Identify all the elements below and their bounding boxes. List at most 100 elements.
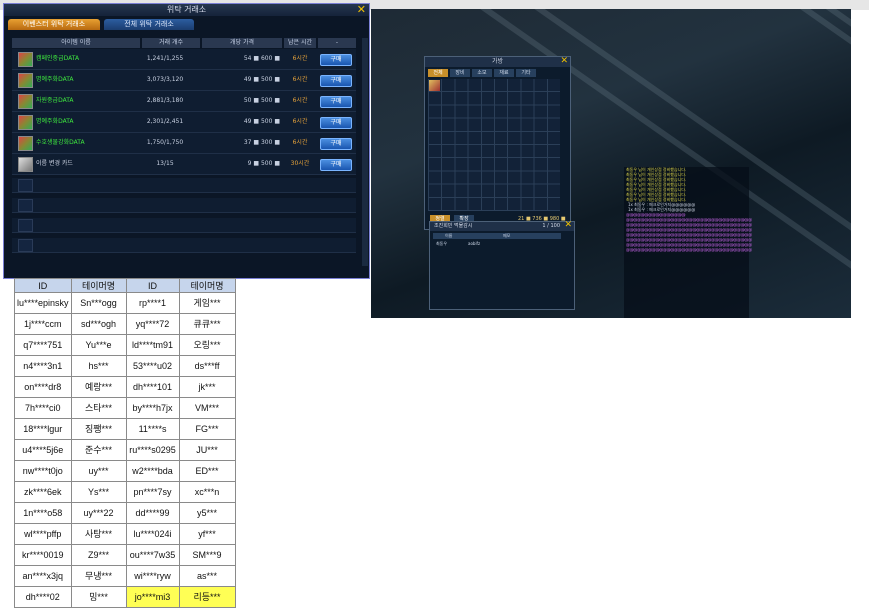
trade-row: 명예주화DATA 3,073/3,120 49 ■ 500 ■ 6시간 구매 bbox=[12, 70, 356, 91]
item-name: 수호생물강화DATA bbox=[36, 139, 85, 146]
tab-all-trade[interactable]: 전체 위탁 거래소 bbox=[104, 19, 194, 30]
bag-tab[interactable]: 장비 bbox=[450, 69, 470, 77]
chat-line: @@@@@@@@@@@@@@@@@@@@@@@@@@@@@@@@@@ bbox=[626, 247, 752, 252]
item-time: 6시간 bbox=[292, 97, 308, 104]
close-icon[interactable]: ✕ bbox=[357, 4, 366, 16]
tamer-cell: uy*** bbox=[70, 460, 127, 482]
id-cell: n4****3n1 bbox=[14, 355, 72, 377]
tamer-cell: 무냉*** bbox=[70, 565, 127, 587]
buy-button[interactable]: 구매 bbox=[320, 75, 352, 87]
item-name: 캠페인중급DATA bbox=[36, 55, 80, 62]
id-cell: 18****lgur bbox=[14, 418, 72, 440]
user-table: ID 테이머명 ID 테이머명 lu****epinsky Sn***ogg rp*… bbox=[14, 278, 236, 608]
header-item: 아이템 이름 bbox=[12, 38, 140, 48]
id-cell: an****x3jq bbox=[14, 565, 72, 587]
empty-slot bbox=[12, 178, 356, 193]
empty-slot bbox=[12, 238, 356, 253]
item-time: 6시간 bbox=[292, 139, 308, 146]
shop-header-name: 이름 bbox=[445, 233, 453, 238]
item-price: 49 ■ 500 ■ bbox=[243, 76, 280, 83]
col-id: ID bbox=[125, 278, 180, 293]
id-cell: yq****72 bbox=[125, 313, 180, 335]
tamer-cell: Ys*** bbox=[70, 481, 127, 503]
bag-grid[interactable] bbox=[428, 79, 560, 211]
slot-icon bbox=[18, 199, 33, 212]
bag-tab[interactable]: 재료 bbox=[494, 69, 514, 77]
col-id: ID bbox=[14, 278, 72, 293]
table-row: nw****t0jo uy*** w2****bda ED*** bbox=[14, 460, 236, 482]
buy-button[interactable]: 구매 bbox=[320, 96, 352, 108]
item-name: 자원중급DATA bbox=[36, 97, 74, 104]
header-qty: 거래 개수 bbox=[142, 38, 200, 48]
bag-title: 가방 bbox=[425, 57, 570, 67]
close-icon[interactable]: ✕ bbox=[560, 56, 568, 66]
tamer-cell: FG*** bbox=[178, 418, 236, 440]
id-cell: ld****tm91 bbox=[125, 334, 180, 356]
item-price: 9 ■ 500 ■ bbox=[247, 160, 280, 167]
tamer-cell: VM*** bbox=[178, 397, 236, 419]
id-cell: rp****1 bbox=[125, 292, 180, 314]
table-row: 18****lgur 징쨍*** 11****s FG*** bbox=[14, 418, 236, 440]
tamer-cell: xc***n bbox=[178, 481, 236, 503]
bag-tab[interactable]: 전체 bbox=[428, 69, 448, 77]
empty-slot bbox=[12, 198, 356, 213]
tamer-cell: 예랑*** bbox=[70, 376, 127, 398]
item-time: 30시간 bbox=[290, 160, 310, 167]
item-time: 6시간 bbox=[292, 76, 308, 83]
item-price: 49 ■ 500 ■ bbox=[243, 118, 280, 125]
table-row: u4****5j6e 준수*** ru****s0295 JU*** bbox=[14, 439, 236, 461]
col-tamer: 테이머명 bbox=[178, 278, 236, 293]
table-row: 1n****o58 uy***22 dd****99 y5*** bbox=[14, 502, 236, 524]
buy-button[interactable]: 구매 bbox=[320, 138, 352, 150]
buy-button[interactable]: 구매 bbox=[320, 159, 352, 171]
table-row: lu****epinsky Sn***ogg rp****1 게임*** bbox=[14, 292, 236, 314]
bag-tab[interactable]: 기타 bbox=[516, 69, 536, 77]
id-cell: ru****s0295 bbox=[125, 439, 180, 461]
tamer-cell: Yu***e bbox=[70, 334, 127, 356]
consignment-title: 위탁 거래소 bbox=[4, 4, 369, 16]
scrollbar[interactable] bbox=[362, 38, 368, 266]
chat-log: 최동우 님이 개인상점 정비했습니다. 최동우 님이 개인상점 정비했습니다. … bbox=[624, 167, 752, 318]
id-cell: wi****ryw bbox=[125, 565, 180, 587]
item-icon bbox=[18, 52, 33, 67]
slot-icon bbox=[18, 219, 33, 232]
col-tamer: 테이머명 bbox=[70, 278, 127, 293]
id-cell: w2****bda bbox=[125, 460, 180, 482]
tamer-cell: 사탕*** bbox=[70, 523, 127, 545]
game-scene: 가방 ✕ 전체 장비 소모 재료 기타 정렬 확장 21 ■ 736 ■ 980… bbox=[371, 9, 851, 318]
item-qty: 1,750/1,750 bbox=[146, 139, 184, 146]
header-time: 남은 시간 bbox=[284, 38, 316, 48]
header-action: - bbox=[318, 38, 356, 48]
trade-row: 이름 변경 카드 13/15 9 ■ 500 ■ 30시간 구매 bbox=[12, 154, 356, 175]
close-icon[interactable]: ✕ bbox=[564, 220, 572, 230]
tamer-cell: 큐큐*** bbox=[178, 313, 236, 335]
buy-button[interactable]: 구매 bbox=[320, 54, 352, 66]
item-name: 명예주화DATA bbox=[36, 118, 74, 125]
bag-item-icon[interactable] bbox=[429, 80, 440, 91]
item-name: 명예주화DATA bbox=[36, 76, 74, 83]
item-price: 50 ■ 500 ■ bbox=[243, 97, 280, 104]
tab-event-trade[interactable]: 이벤스터 위탁 거래소 bbox=[8, 19, 100, 30]
shop-row[interactable]: 최동우 aobifz bbox=[436, 241, 480, 247]
tamer-cell: 오링*** bbox=[178, 334, 236, 356]
tamer-cell: 스타*** bbox=[70, 397, 127, 419]
id-cell: ou****7w35 bbox=[125, 544, 180, 566]
table-row: n4****3n1 hs*** 53****u02 ds***ff bbox=[14, 355, 236, 377]
id-cell: u4****5j6e bbox=[14, 439, 72, 461]
id-cell: pn****7sy bbox=[125, 481, 180, 503]
id-cell: 53****u02 bbox=[125, 355, 180, 377]
id-cell: by****h7jx bbox=[125, 397, 180, 419]
tamer-cell: hs*** bbox=[70, 355, 127, 377]
tamer-cell: Z9*** bbox=[70, 544, 127, 566]
item-qty: 2,301/2,451 bbox=[146, 118, 184, 125]
table-row: kr****0019 Z9*** ou****7w35 SM***9 bbox=[14, 544, 236, 566]
header-price: 개당 가격 bbox=[202, 38, 282, 48]
id-cell: lu****epinsky bbox=[14, 292, 72, 314]
bag-tab[interactable]: 소모 bbox=[472, 69, 492, 77]
empty-slot bbox=[12, 218, 356, 233]
tamer-cell: SM***9 bbox=[178, 544, 236, 566]
table-row: 1j****ccm sd***ogh yq****72 큐큐*** bbox=[14, 313, 236, 335]
item-name: 이름 변경 카드 bbox=[36, 160, 73, 167]
buy-button[interactable]: 구매 bbox=[320, 117, 352, 129]
id-cell: wl****pffp bbox=[14, 523, 72, 545]
